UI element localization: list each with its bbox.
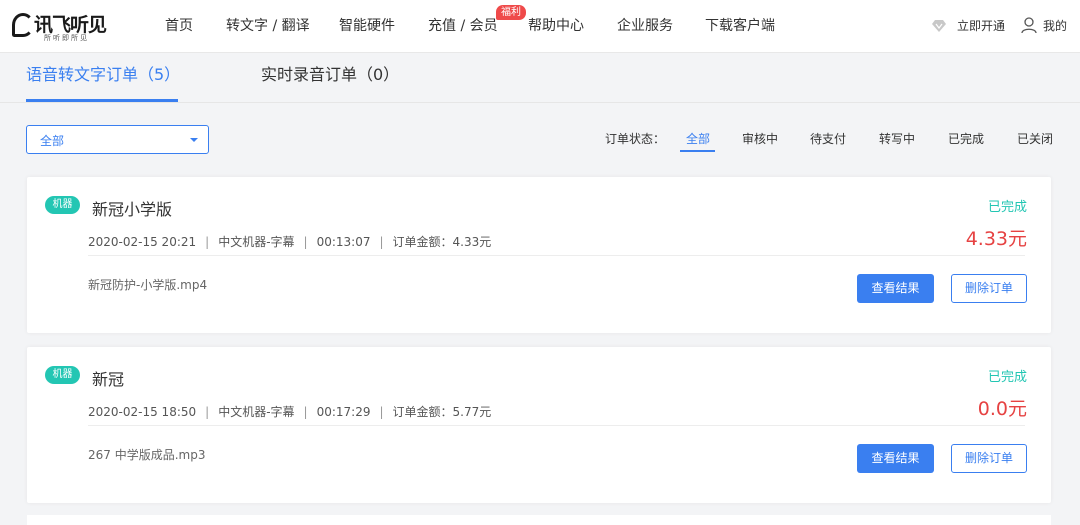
order-title: 新冠小学版: [92, 200, 173, 219]
caret-down-icon: [190, 138, 198, 142]
order-amount: 4.33元: [965, 228, 1027, 250]
next-order-card-edge: [27, 515, 1051, 525]
order-amount: 0.0元: [977, 398, 1027, 420]
machine-tag: 机器: [45, 196, 80, 214]
view-result-button[interactable]: 查看结果: [857, 444, 934, 473]
order-file-name: 267 中学版成品.mp3: [88, 448, 206, 462]
active-filter-indicator: [680, 150, 715, 152]
brand-tagline: 所听即所见: [44, 34, 89, 42]
nav-item-download-client[interactable]: 下载客户端: [705, 0, 775, 52]
order-status: 已完成: [987, 200, 1027, 215]
nav-item-home[interactable]: 首页: [165, 0, 193, 52]
view-result-button[interactable]: 查看结果: [857, 274, 934, 303]
status-filter-pending-payment[interactable]: 待支付: [810, 130, 846, 147]
tab-speech-to-text-orders[interactable]: 语音转文字订单（5）: [26, 64, 180, 86]
machine-tag: 机器: [45, 366, 80, 384]
order-service-type: 中文机器-字幕: [218, 235, 295, 249]
dropdown-selected-value: 全部: [40, 134, 65, 148]
card-divider: [88, 255, 1025, 256]
top-navigation-bar: 讯飞听见 所听即所见 首页 转文字 / 翻译 智能硬件 充值 / 会员 福利 帮…: [0, 0, 1080, 53]
order-status-label: 订单状态：: [605, 132, 666, 146]
tabs-divider: [0, 102, 1080, 103]
order-duration: 00:17:29: [316, 405, 371, 419]
status-filter-transcribing[interactable]: 转写中: [879, 130, 915, 147]
order-meta: 2020-02-15 20:21 | 中文机器-字幕 | 00:13:07 | 订单金额：4…: [88, 235, 492, 249]
upgrade-link[interactable]: 立即开通: [957, 0, 1005, 52]
status-filter-all[interactable]: 全部: [686, 130, 710, 147]
order-amount-text: 订单金额：4.33元: [392, 235, 492, 249]
user-icon: [1021, 17, 1037, 34]
order-type-dropdown[interactable]: 全部: [26, 125, 209, 154]
order-meta: 2020-02-15 18:50 | 中文机器-字幕 | 00:17:29 | 订单金额：5…: [88, 405, 492, 419]
card-divider: [88, 425, 1025, 426]
order-datetime: 2020-02-15 18:50: [88, 405, 197, 419]
order-title: 新冠: [92, 370, 125, 389]
order-status: 已完成: [987, 370, 1027, 385]
nav-item-smart-hardware[interactable]: 智能硬件: [339, 0, 395, 52]
tab-realtime-recording-orders[interactable]: 实时录音订单（0）: [261, 64, 399, 86]
order-service-type: 中文机器-字幕: [218, 405, 295, 419]
nav-item-recharge-membership[interactable]: 充值 / 会员: [428, 0, 498, 52]
status-filter-closed[interactable]: 已关闭: [1017, 130, 1053, 147]
order-file-name: 新冠防护-小学版.mp4: [88, 278, 208, 292]
diamond-icon: [932, 20, 946, 32]
status-filter-reviewing[interactable]: 审核中: [742, 130, 778, 147]
nav-item-transcribe-translate[interactable]: 转文字 / 翻译: [226, 0, 310, 52]
welfare-badge: 福利: [496, 5, 526, 20]
delete-order-button[interactable]: 删除订单: [951, 274, 1027, 303]
logo-mark-icon: [12, 13, 34, 37]
order-duration: 00:13:07: [316, 235, 371, 249]
delete-order-button[interactable]: 删除订单: [951, 444, 1027, 473]
order-card: 机器 新冠小学版 2020-02-15 20:21 | 中文机器-字幕 | 00:13:…: [27, 177, 1051, 333]
account-link[interactable]: 我的: [1043, 0, 1067, 52]
order-amount-text: 订单金额：5.77元: [392, 405, 492, 419]
brand-logo[interactable]: 讯飞听见 所听即所见: [12, 9, 107, 43]
nav-item-enterprise-services[interactable]: 企业服务: [617, 0, 673, 52]
order-datetime: 2020-02-15 20:21: [88, 235, 197, 249]
order-card: 机器 新冠 2020-02-15 18:50 | 中文机器-字幕 | 00:17:29 |…: [27, 347, 1051, 503]
nav-item-help-center[interactable]: 帮助中心: [528, 0, 584, 52]
status-filter-completed[interactable]: 已完成: [948, 130, 984, 147]
